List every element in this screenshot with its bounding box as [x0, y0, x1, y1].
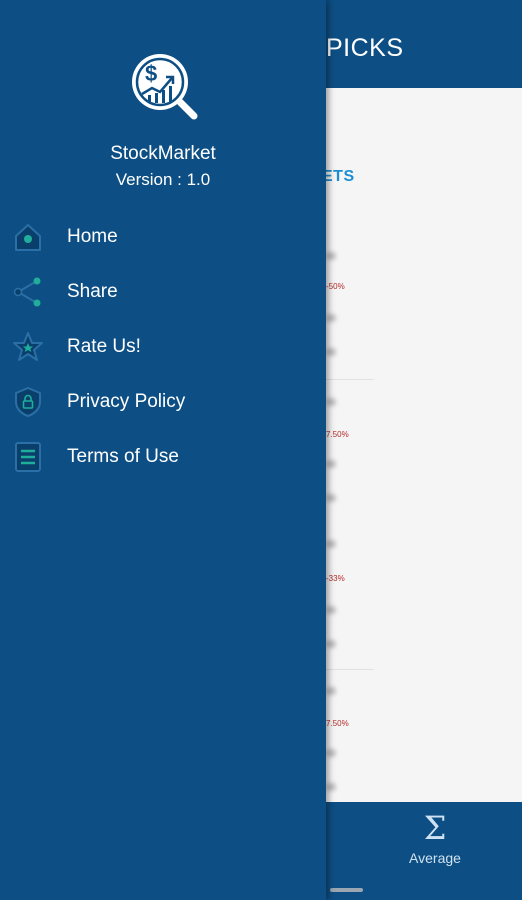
blurred-text — [326, 749, 336, 757]
share-icon — [12, 276, 44, 308]
menu-item-rate-us[interactable]: Rate Us! — [0, 319, 326, 374]
blurred-text — [326, 687, 336, 695]
menu-item-label: Home — [67, 225, 118, 247]
navigation-drawer: $ StockMarket Version : 1.0 Home Share R… — [0, 0, 326, 900]
scroll-indicator — [330, 888, 363, 892]
shield-lock-icon — [12, 386, 44, 418]
change-percent: 7.50% — [326, 430, 349, 439]
blurred-text — [326, 252, 336, 260]
sigma-icon: Σ — [423, 809, 447, 847]
blurred-text — [326, 606, 336, 614]
blurred-text — [326, 540, 336, 548]
blurred-text — [326, 783, 336, 791]
star-icon — [12, 331, 44, 363]
home-icon — [12, 221, 44, 253]
menu-item-label: Terms of Use — [67, 445, 179, 467]
menu-item-label: Privacy Policy — [67, 390, 186, 412]
blurred-text — [326, 314, 336, 322]
menu-item-label: Share — [67, 280, 118, 302]
change-percent: -50% — [326, 282, 345, 291]
document-list-icon — [12, 441, 44, 473]
change-percent: 7.50% — [326, 719, 349, 728]
app-name: StockMarket — [110, 143, 216, 164]
stock-magnifier-logo: $ — [132, 54, 198, 120]
average-tab[interactable]: Σ Average — [402, 810, 468, 866]
blurred-text — [326, 348, 336, 356]
drawer-menu: Home Share Rate Us! Privacy Policy Terms… — [0, 209, 326, 484]
app-version: Version : 1.0 — [115, 170, 211, 189]
section-heading: ETS — [322, 168, 355, 185]
blurred-text — [326, 460, 336, 468]
svg-text:$: $ — [145, 61, 157, 86]
change-percent: -33% — [326, 574, 345, 583]
app-bar-title: PICKS — [326, 34, 404, 62]
menu-item-home[interactable]: Home — [0, 209, 326, 264]
card-divider — [326, 379, 374, 380]
menu-item-label: Rate Us! — [67, 335, 141, 357]
menu-item-share[interactable]: Share — [0, 264, 326, 319]
blurred-text — [326, 640, 336, 648]
blurred-text — [326, 494, 336, 502]
menu-item-terms-of-use[interactable]: Terms of Use — [0, 429, 326, 484]
average-tab-label: Average — [409, 850, 461, 866]
blurred-text — [326, 398, 336, 406]
card-divider — [326, 669, 374, 670]
menu-item-privacy-policy[interactable]: Privacy Policy — [0, 374, 326, 429]
